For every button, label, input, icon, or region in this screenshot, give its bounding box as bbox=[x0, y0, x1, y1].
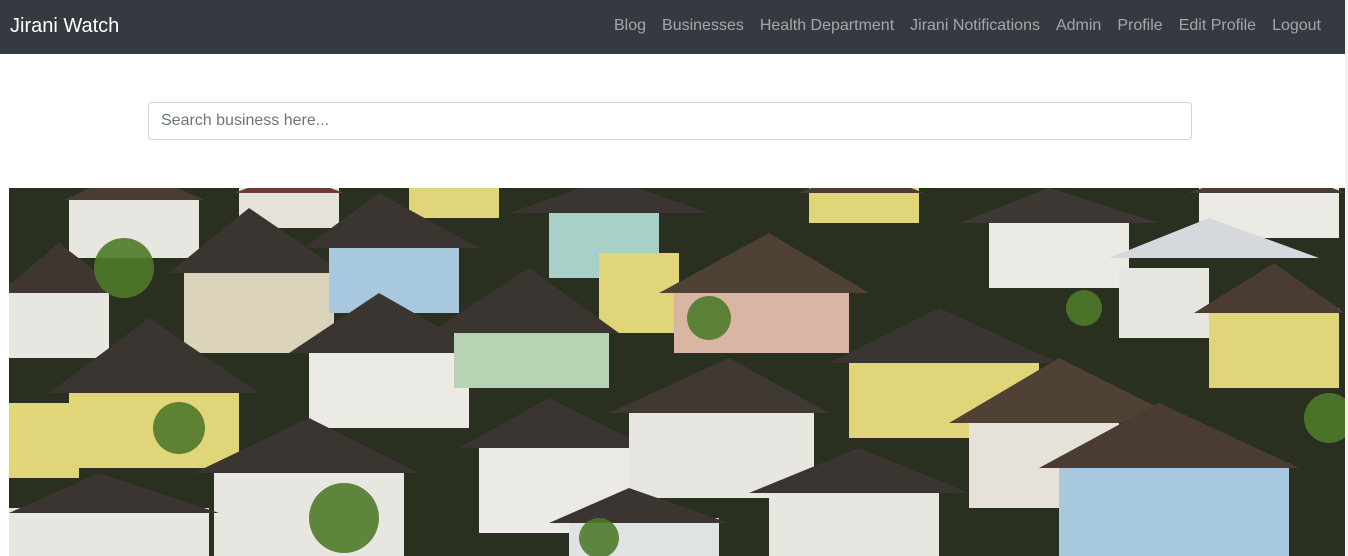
nav-link-logout[interactable]: Logout bbox=[1264, 16, 1329, 36]
brand-link[interactable]: Jirani Watch bbox=[10, 14, 119, 38]
nav-link-blog[interactable]: Blog bbox=[606, 16, 654, 36]
hero-image bbox=[9, 188, 1345, 556]
houses-aerial-illustration bbox=[9, 188, 1345, 556]
search-business-input[interactable] bbox=[148, 102, 1192, 140]
nav-link-health-department[interactable]: Health Department bbox=[752, 16, 902, 36]
nav-link-edit-profile[interactable]: Edit Profile bbox=[1171, 16, 1264, 36]
top-navbar: Jirani Watch Blog Businesses Health Depa… bbox=[0, 0, 1345, 54]
nav-link-profile[interactable]: Profile bbox=[1109, 16, 1170, 36]
search-container bbox=[148, 102, 1192, 140]
house bbox=[799, 188, 924, 223]
house bbox=[9, 403, 79, 478]
nav-links: Blog Businesses Health Department Jirani… bbox=[606, 16, 1329, 36]
nav-link-jirani-notifications[interactable]: Jirani Notifications bbox=[902, 16, 1048, 36]
nav-link-businesses[interactable]: Businesses bbox=[654, 16, 752, 36]
house bbox=[409, 188, 499, 218]
nav-link-admin[interactable]: Admin bbox=[1048, 16, 1109, 36]
